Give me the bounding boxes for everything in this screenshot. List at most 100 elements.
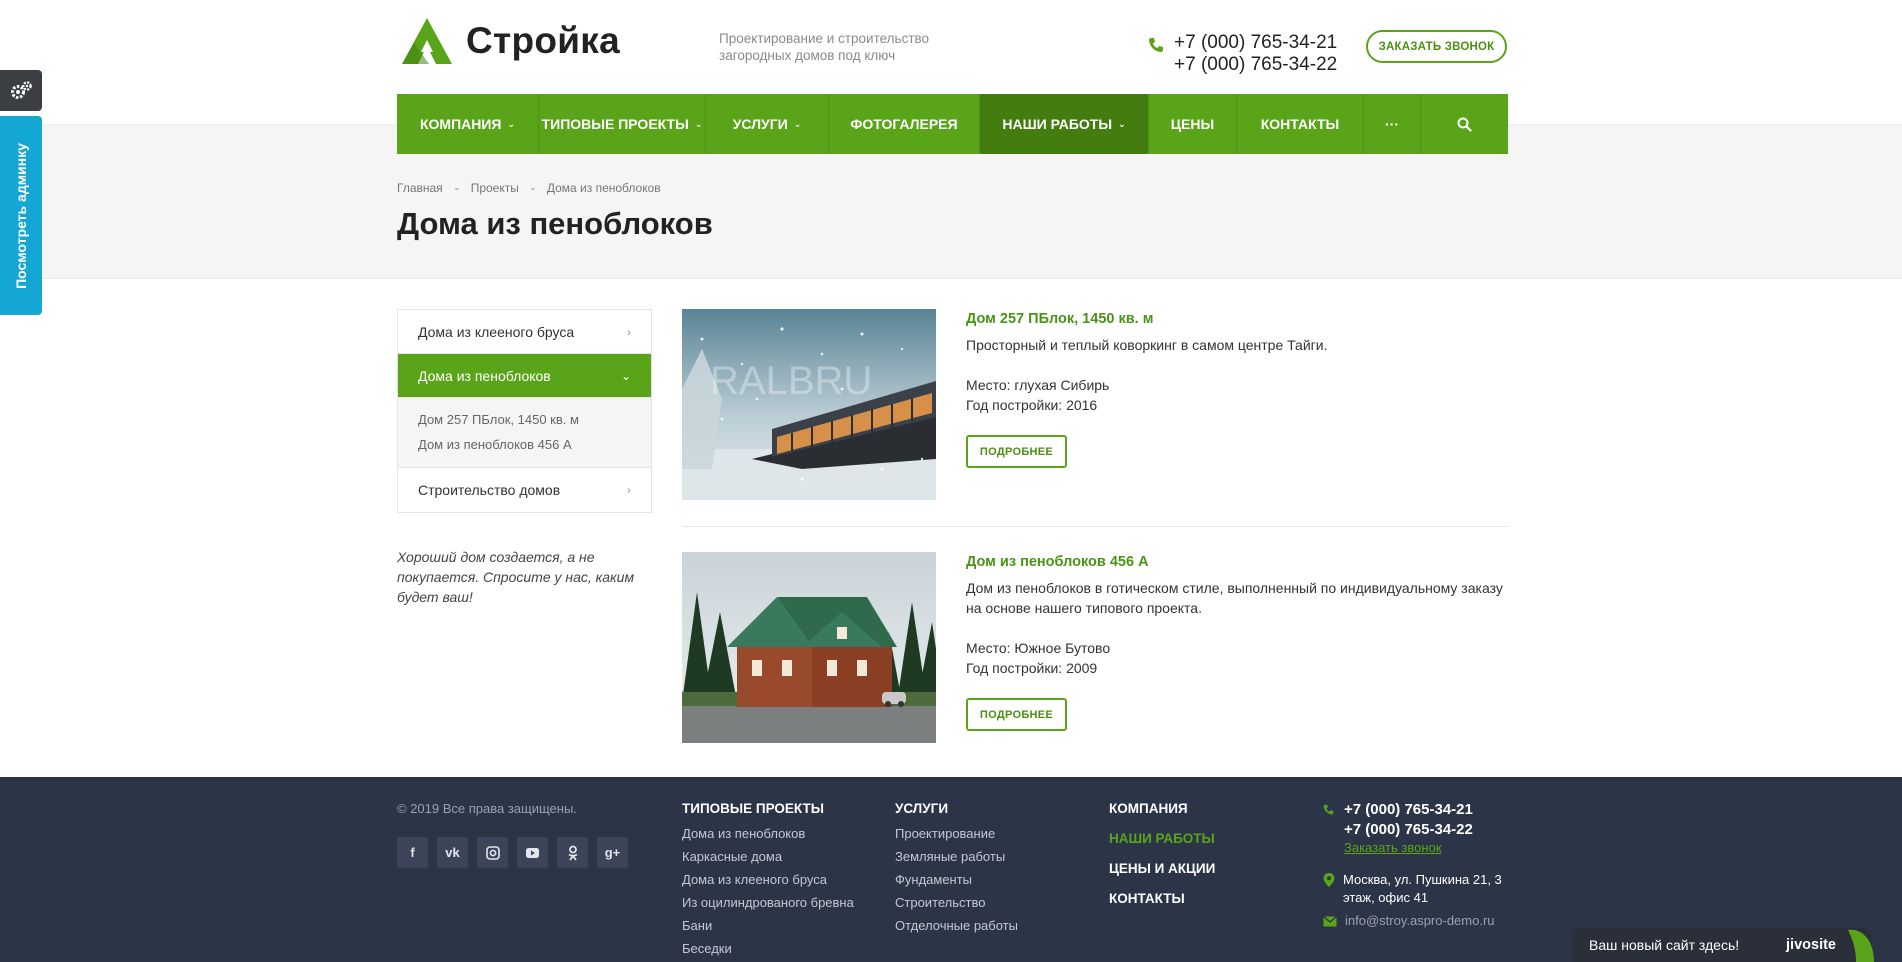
breadcrumb-item[interactable]: Проекты xyxy=(471,181,519,195)
youtube-icon[interactable] xyxy=(517,837,548,868)
nav-item-label: ЦЕНЫ xyxy=(1170,116,1215,132)
more-button[interactable]: ПОДРОБНЕЕ xyxy=(966,698,1067,731)
view-admin-tab[interactable]: Посмотреть админку xyxy=(0,116,42,315)
footer-column-title[interactable]: УСЛУГИ xyxy=(895,801,1018,816)
gears-icon xyxy=(11,80,32,99)
footer-link[interactable]: Бани xyxy=(682,914,854,937)
chevron-right-icon: › xyxy=(627,324,631,339)
footer-link[interactable]: Дома из клееного бруса xyxy=(682,868,854,891)
breadcrumb: Главная - Проекты - Дома из пеноблоков xyxy=(397,181,661,195)
nav-item-label: КОНТАКТЫ xyxy=(1260,116,1340,132)
nav-item-label: УСЛУГИ xyxy=(732,116,788,132)
nav-item-prices[interactable]: ЦЕНЫ xyxy=(1149,94,1237,154)
phone-icon xyxy=(1149,38,1163,52)
side-submenu-item[interactable]: Дом 257 ПБлок, 1450 кв. м xyxy=(418,407,631,432)
more-icon: ··· xyxy=(1385,116,1399,132)
chat-leaf-icon xyxy=(1848,929,1874,962)
nav-item-our-works[interactable]: НАШИ РАБОТЫ ⌄ xyxy=(980,94,1149,154)
nav-item-gallery[interactable]: ФОТОГАЛЕРЕЯ xyxy=(829,94,980,154)
breadcrumb-item-current: Дома из пеноблоков xyxy=(546,181,661,195)
nav-item-label: ТИПОВЫЕ ПРОЕКТЫ xyxy=(541,116,689,132)
footer-link[interactable]: Из оцилиндрованого бревна xyxy=(682,891,854,914)
breadcrumb-separator: - xyxy=(530,181,535,195)
logo[interactable]: Стройка xyxy=(402,18,620,64)
chevron-down-icon: ⌄ xyxy=(793,118,802,129)
callback-button[interactable]: ЗАКАЗАТЬ ЗВОНОК xyxy=(1366,30,1507,63)
footer-link[interactable]: Каркасные дома xyxy=(682,845,854,868)
image-watermark: RALBRU xyxy=(710,359,872,403)
project-card: Дом из пеноблоков 456 А Дом из пеноблоко… xyxy=(682,552,1508,743)
chat-widget-logo: jivosite xyxy=(1786,937,1836,953)
footer-phone-2[interactable]: +7 (000) 765-34-22 xyxy=(1344,820,1473,840)
project-title[interactable]: Дом из пеноблоков 456 А xyxy=(966,554,1506,570)
project-card-body: Дом 257 ПБлок, 1450 кв. м Просторный и т… xyxy=(966,309,1506,468)
footer-menu-company[interactable]: КОМПАНИЯ xyxy=(1109,794,1215,824)
project-description: Просторный и теплый коворкинг в самом це… xyxy=(966,337,1328,353)
vk-icon[interactable]: vk xyxy=(437,837,468,868)
footer-phone-1[interactable]: +7 (000) 765-34-21 xyxy=(1344,800,1473,820)
more-button[interactable]: ПОДРОБНЕЕ xyxy=(966,435,1067,468)
copyright: © 2019 Все права защищены. xyxy=(397,801,577,816)
project-place: Место: глухая Сибирь xyxy=(966,377,1110,393)
nav-item-company[interactable]: КОМПАНИЯ ⌄ xyxy=(397,94,539,154)
project-card: RALBRU Дом 257 ПБлок, 1450 кв. м Простор… xyxy=(682,309,1508,500)
google-plus-icon[interactable]: g+ xyxy=(597,837,628,868)
chevron-down-icon: ⌄ xyxy=(694,118,703,129)
header-phone-2[interactable]: +7 (000) 765-34-22 xyxy=(1174,54,1337,76)
footer-menu-prices[interactable]: ЦЕНЫ И АКЦИИ xyxy=(1109,854,1215,884)
footer-contacts: +7 (000) 765-34-21 +7 (000) 765-34-22 За… xyxy=(1323,800,1513,928)
nav-item-services[interactable]: УСЛУГИ ⌄ xyxy=(706,94,829,154)
footer-link[interactable]: Беседки xyxy=(682,937,854,960)
logo-icon xyxy=(402,18,452,64)
project-place: Место: Южное Бутово xyxy=(966,640,1111,656)
project-description: Дом из пеноблоков в готическом стиле, вы… xyxy=(966,580,1503,616)
side-menu-item-label: Дома из клееного бруса xyxy=(418,323,575,340)
divider xyxy=(682,526,1508,527)
footer-menu-our-works[interactable]: НАШИ РАБОТЫ xyxy=(1109,824,1215,854)
footer-link[interactable]: Земляные работы xyxy=(895,845,1018,868)
side-menu-item-foam-blocks[interactable]: Дома из пеноблоков ⌄ xyxy=(398,354,651,398)
side-menu-item-label: Строительство домов xyxy=(418,482,561,498)
logo-text: Стройка xyxy=(466,20,620,61)
side-menu-item-label: Дома из пеноблоков xyxy=(418,367,551,384)
project-image[interactable]: RALBRU xyxy=(682,309,936,500)
footer-link[interactable]: Отделочные работы xyxy=(895,914,1018,937)
project-year: Год постройки: 2016 xyxy=(966,397,1098,413)
instagram-icon[interactable] xyxy=(477,837,508,868)
project-year: Год постройки: 2009 xyxy=(966,660,1098,676)
footer-link[interactable]: Фундаменты xyxy=(895,868,1018,891)
chevron-down-icon: ⌄ xyxy=(620,368,631,383)
footer-menu-contacts[interactable]: КОНТАКТЫ xyxy=(1109,884,1215,914)
side-menu-submenu: Дом 257 ПБлок, 1450 кв. м Дом из пенобло… xyxy=(398,398,651,468)
tagline: Проектирование и строительство загородны… xyxy=(719,31,930,63)
email-icon xyxy=(1323,916,1337,927)
nav-item-typical-projects[interactable]: ТИПОВЫЕ ПРОЕКТЫ ⌄ xyxy=(539,94,706,154)
footer-email[interactable]: info@stroy.aspro-demo.ru xyxy=(1345,913,1495,928)
breadcrumb-item[interactable]: Главная xyxy=(397,181,443,195)
nav-item-label: НАШИ РАБОТЫ xyxy=(1002,116,1113,132)
project-title[interactable]: Дом 257 ПБлок, 1450 кв. м xyxy=(966,311,1506,327)
footer-column-title[interactable]: ТИПОВЫЕ ПРОЕКТЫ xyxy=(682,801,854,816)
chat-widget[interactable]: Ваш новый сайт здесь! jivosite xyxy=(1572,928,1872,962)
project-image[interactable] xyxy=(682,552,936,743)
phone-icon xyxy=(1323,804,1334,815)
nav-item-label: КОМПАНИЯ xyxy=(419,116,502,132)
project-card-body: Дом из пеноблоков 456 А Дом из пеноблоко… xyxy=(966,552,1506,731)
odnoklassniki-icon[interactable] xyxy=(557,837,588,868)
breadcrumb-separator: - xyxy=(454,181,459,195)
footer-address: Москва, ул. Пушкина 21, 3 этаж, офис 41 xyxy=(1343,872,1502,905)
footer-callback-link[interactable]: Заказать звонок xyxy=(1344,840,1513,855)
footer-link[interactable]: Проектирование xyxy=(895,822,1018,845)
side-submenu-item[interactable]: Дом из пеноблоков 456 А xyxy=(418,432,631,457)
nav-item-contacts[interactable]: КОНТАКТЫ xyxy=(1237,94,1364,154)
header-phone-1[interactable]: +7 (000) 765-34-21 xyxy=(1174,32,1337,54)
footer-link[interactable]: Дома из пеноблоков xyxy=(682,822,854,845)
settings-tab[interactable] xyxy=(0,70,42,111)
side-menu-item-glued-timber[interactable]: Дома из клееного бруса › xyxy=(398,310,651,354)
facebook-icon[interactable]: f xyxy=(397,837,428,868)
side-menu-item-house-building[interactable]: Строительство домов › xyxy=(398,468,651,512)
nav-item-more[interactable]: ··· xyxy=(1364,94,1421,154)
footer-link[interactable]: Строительство xyxy=(895,891,1018,914)
nav-search-button[interactable] xyxy=(1421,94,1508,154)
header-phones: +7 (000) 765-34-21 +7 (000) 765-34-22 xyxy=(1148,32,1337,76)
